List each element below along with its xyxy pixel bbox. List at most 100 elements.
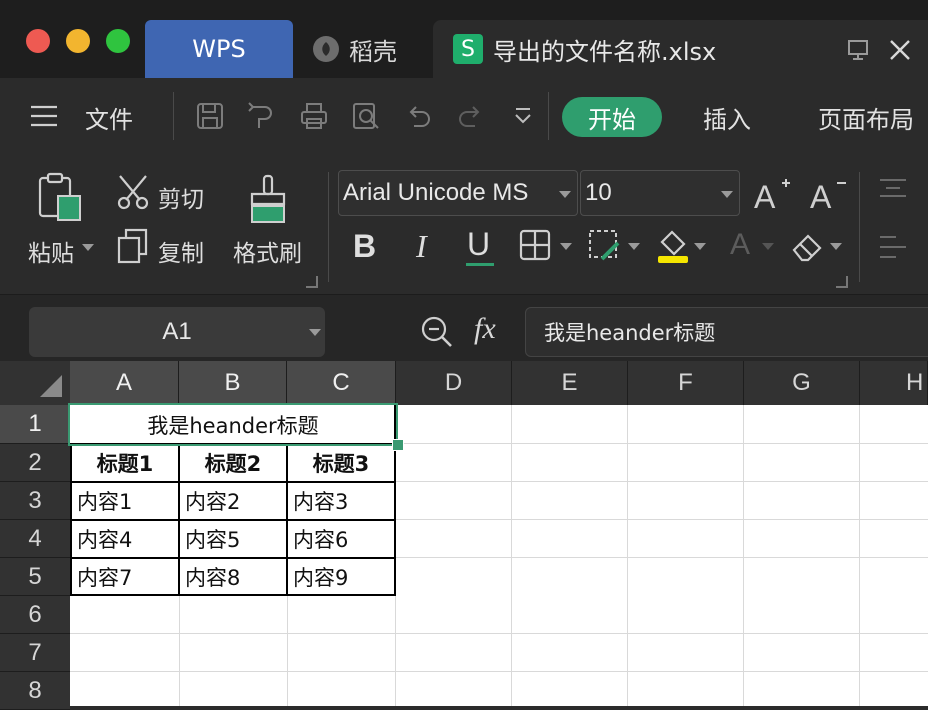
table-cell[interactable]: 内容4 [77, 521, 177, 557]
tab-file-label: 导出的文件名称.xlsx [493, 37, 717, 66]
table-cell[interactable]: 内容1 [77, 483, 177, 519]
format-painter-icon[interactable] [248, 174, 288, 224]
format-painter-button[interactable]: 格式刷 [233, 234, 302, 268]
undo-icon[interactable] [404, 101, 434, 131]
column-header-e[interactable]: E [512, 361, 628, 405]
window-mode-icon[interactable] [846, 38, 872, 62]
spreadsheet-icon: S [453, 34, 483, 64]
underline-button[interactable]: U [467, 226, 490, 263]
name-box-value: A1 [162, 318, 192, 345]
copy-icon[interactable] [116, 228, 150, 264]
share-icon[interactable] [247, 101, 277, 131]
scissors-icon[interactable] [116, 174, 150, 210]
quick-access-dropdown-icon[interactable] [508, 101, 538, 131]
paste-icon[interactable] [36, 172, 84, 224]
close-window-button[interactable] [26, 29, 50, 53]
cell-selection-outline [68, 403, 398, 446]
fill-color-icon[interactable] [656, 228, 690, 264]
font-family-value: Arial Unicode MS [343, 179, 529, 206]
font-group-launcher-icon[interactable] [836, 276, 848, 288]
tab-home[interactable]: 开始 [562, 97, 662, 137]
column-header-a[interactable]: A [70, 361, 179, 405]
zoom-search-icon[interactable] [420, 315, 454, 349]
close-tab-icon[interactable] [887, 37, 913, 63]
svg-text:A: A [730, 228, 750, 260]
font-size-value: 10 [585, 179, 612, 206]
align-top-icon[interactable] [878, 178, 908, 200]
font-size-dropdown-icon [721, 191, 733, 198]
insert-function-button[interactable]: fx [474, 312, 496, 346]
tab-home-label: 开始 [588, 105, 636, 134]
name-box[interactable]: A1 [29, 307, 325, 357]
row-header-1[interactable]: 1 [0, 405, 70, 444]
save-icon[interactable] [195, 101, 225, 131]
svg-text:A: A [754, 179, 776, 212]
row-header-2[interactable]: 2 [0, 444, 70, 482]
row-header-4[interactable]: 4 [0, 520, 70, 558]
cut-button[interactable]: 剪切 [158, 180, 204, 214]
row-header-7[interactable]: 7 [0, 634, 70, 672]
table-cell[interactable]: 内容3 [293, 483, 393, 519]
name-box-dropdown-icon [309, 329, 321, 336]
row-header-8[interactable]: 8 [0, 672, 70, 710]
column-header-h[interactable]: H [860, 361, 928, 405]
table-cell[interactable]: 内容5 [185, 521, 285, 557]
column-header-b[interactable]: B [179, 361, 287, 405]
tab-page-layout[interactable]: 页面布局 [818, 100, 914, 135]
leaf-icon [313, 36, 339, 62]
table-cell[interactable]: 内容9 [293, 559, 393, 595]
table-cell[interactable]: 内容8 [185, 559, 285, 595]
underline-color-bar [466, 263, 494, 266]
clipboard-group-launcher-icon[interactable] [306, 276, 318, 288]
font-family-select[interactable]: Arial Unicode MS [338, 170, 578, 216]
table-cell[interactable]: 内容7 [77, 559, 177, 595]
row-header-3[interactable]: 3 [0, 482, 70, 520]
increase-font-size-icon[interactable]: A [754, 176, 792, 215]
row-header-6[interactable]: 6 [0, 596, 70, 634]
copy-button[interactable]: 复制 [158, 234, 204, 268]
borders-dropdown-icon[interactable] [560, 243, 572, 250]
row-header-5[interactable]: 5 [0, 558, 70, 596]
borders-icon[interactable] [519, 229, 551, 261]
table-cell[interactable]: 内容2 [185, 483, 285, 519]
header-cell[interactable]: 标题2 [180, 445, 286, 481]
select-all-button[interactable] [0, 361, 71, 405]
tab-insert[interactable]: 插入 [703, 100, 751, 135]
table-cell[interactable]: 内容6 [293, 521, 393, 557]
font-size-select[interactable]: 10 [580, 170, 740, 216]
tab-wps-home[interactable]: WPS [145, 20, 293, 78]
column-header-f[interactable]: F [628, 361, 744, 405]
font-family-dropdown-icon [559, 191, 571, 198]
cell-style-dropdown-icon[interactable] [628, 243, 640, 250]
header-cell[interactable]: 标题3 [288, 445, 394, 481]
hamburger-menu-icon[interactable] [30, 104, 58, 128]
tab-daoke-label: 稻壳 [349, 37, 397, 66]
paste-button[interactable]: 粘贴 [28, 234, 74, 268]
italic-button[interactable]: I [416, 228, 427, 265]
font-color-dropdown-icon[interactable] [762, 243, 774, 250]
print-preview-icon[interactable] [351, 101, 381, 131]
decrease-font-size-icon[interactable]: A [810, 176, 848, 215]
column-header-c[interactable]: C [287, 361, 396, 405]
svg-text:A: A [810, 179, 832, 212]
bold-button[interactable]: B [353, 228, 376, 265]
clear-format-eraser-icon[interactable] [790, 230, 826, 262]
clear-format-dropdown-icon[interactable] [830, 243, 842, 250]
redo-icon[interactable] [455, 101, 485, 131]
file-menu[interactable]: 文件 [85, 100, 133, 135]
column-header-g[interactable]: G [744, 361, 860, 405]
minimize-window-button[interactable] [66, 29, 90, 53]
zoom-window-button[interactable] [106, 29, 130, 53]
tab-daoke[interactable]: 稻壳 [293, 20, 433, 78]
cell-style-icon[interactable] [588, 229, 622, 263]
formula-input-value: 我是heander标题 [544, 321, 716, 345]
print-icon[interactable] [299, 101, 329, 131]
paste-dropdown-icon[interactable] [82, 244, 94, 251]
tab-wps-label: WPS [192, 35, 246, 63]
fill-color-dropdown-icon[interactable] [694, 243, 706, 250]
align-left-icon[interactable] [878, 235, 908, 261]
font-color-icon[interactable]: A [730, 226, 754, 261]
formula-input[interactable]: 我是heander标题 [525, 307, 928, 357]
header-cell[interactable]: 标题1 [72, 445, 178, 481]
column-header-d[interactable]: D [396, 361, 512, 405]
